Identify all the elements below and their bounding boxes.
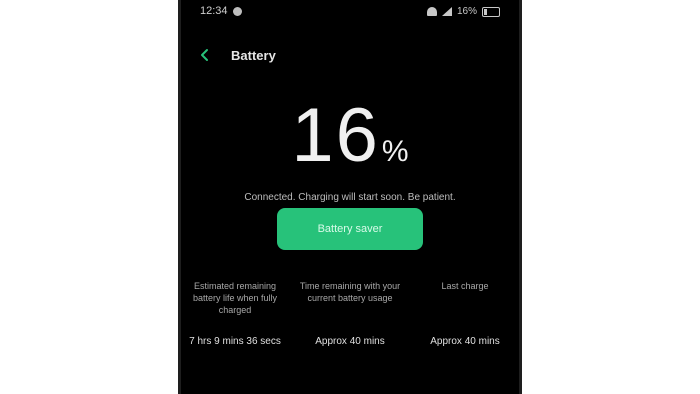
wifi-icon xyxy=(426,7,437,16)
app-bar: Battery xyxy=(178,40,522,72)
battery-level-number: 16 xyxy=(291,93,380,178)
stat-label: Estimated remaining battery life when fu… xyxy=(192,281,278,315)
battery-level-display: 16% xyxy=(178,98,522,174)
notification-icon xyxy=(233,7,242,16)
stat-label: Time remaining with your current battery… xyxy=(299,281,401,303)
battery-saver-button[interactable]: Battery saver xyxy=(277,208,423,250)
battery-percent-text: 16% xyxy=(456,6,477,17)
battery-level-percent-sign: % xyxy=(381,135,409,168)
stat-label: Last charge xyxy=(441,281,489,291)
status-indicators: 16% xyxy=(426,6,500,17)
page-title: Battery xyxy=(231,48,276,63)
stat-item: Estimated remaining battery life when fu… xyxy=(180,280,290,347)
stat-value: 7 hrs 9 mins 36 secs xyxy=(189,336,281,347)
status-time: 12:34 xyxy=(200,5,228,17)
battery-stats: Estimated remaining battery life when fu… xyxy=(178,280,522,360)
charging-status-text: Connected. Charging will start soon. Be … xyxy=(244,192,456,203)
phone-screen: 12:34 16% Battery 16% Connected. Chargin… xyxy=(178,0,522,394)
stat-value: Approx 40 mins xyxy=(315,336,385,347)
signal-icon xyxy=(441,7,452,16)
stat-value: Approx 40 mins xyxy=(430,336,500,347)
stat-item: Last charge Approx 40 mins xyxy=(410,280,520,347)
stat-item: Time remaining with your current battery… xyxy=(295,280,405,347)
back-arrow-icon[interactable] xyxy=(198,48,212,62)
status-bar: 12:34 16% xyxy=(178,0,522,24)
battery-icon xyxy=(482,6,500,17)
